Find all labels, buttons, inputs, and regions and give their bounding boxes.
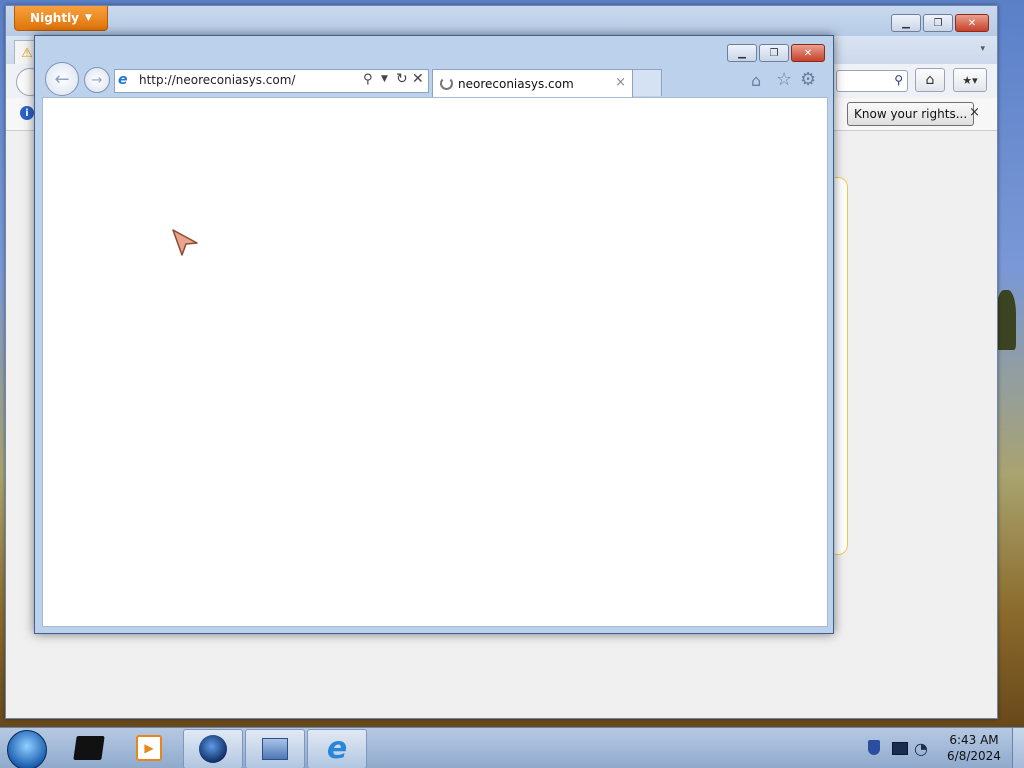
internet-explorer-window[interactable]: ▁ ❐ ✕ ← → e http://neoreconiasys.com/ ⚲ … bbox=[34, 35, 834, 634]
new-tab-button[interactable] bbox=[632, 69, 662, 96]
taskbar-app-terminal[interactable] bbox=[60, 729, 118, 767]
forward-button[interactable]: → bbox=[84, 67, 110, 93]
bookmark-star-icon: ★▾ bbox=[962, 73, 978, 87]
taskbar-app-firefox[interactable] bbox=[183, 729, 243, 768]
clock-time: 6:43 AM bbox=[949, 733, 999, 747]
back-button[interactable]: ← bbox=[45, 62, 79, 96]
nightly-menu-button[interactable]: Nightly ▼ bbox=[14, 6, 108, 31]
page-panel-edge bbox=[835, 177, 848, 555]
chevron-down-icon[interactable]: ▼ bbox=[381, 74, 388, 84]
ie-page-content[interactable] bbox=[42, 97, 828, 627]
taskbar: ▶ e ◔ 6:43 AM 6/8/2024 bbox=[0, 727, 1024, 768]
warning-icon: ⚠ bbox=[21, 45, 33, 61]
maximize-button[interactable]: ❐ bbox=[923, 14, 953, 32]
show-desktop-button[interactable] bbox=[1012, 728, 1024, 768]
desktop: Nightly ▼ ▁ ❐ ✕ ⚠ ▾ ⚲ ⌂ ★▾ i Know your r… bbox=[0, 0, 1024, 768]
action-center-shield-icon[interactable] bbox=[868, 740, 880, 755]
close-button[interactable]: ✕ bbox=[955, 14, 989, 32]
taskbar-app-explorer[interactable] bbox=[245, 729, 305, 768]
home-button[interactable]: ⌂ bbox=[915, 68, 945, 92]
minimize-button[interactable]: ▁ bbox=[727, 44, 757, 62]
know-your-rights-button[interactable]: Know your rights... bbox=[847, 102, 975, 126]
home-icon: ⌂ bbox=[925, 72, 935, 88]
search-icon[interactable]: ⚲ bbox=[894, 73, 903, 87]
tab-close-button[interactable]: × bbox=[615, 75, 626, 90]
arrow-right-icon: → bbox=[91, 72, 103, 88]
clock-date: 6/8/2024 bbox=[947, 749, 1001, 763]
loading-spinner-icon bbox=[440, 77, 453, 90]
maximize-button[interactable]: ❐ bbox=[759, 44, 789, 62]
media-player-icon: ▶ bbox=[136, 735, 162, 761]
all-tabs-chevron-icon[interactable]: ▾ bbox=[980, 44, 985, 54]
chevron-down-icon: ▼ bbox=[85, 13, 92, 23]
refresh-icon[interactable]: ↻ bbox=[396, 71, 408, 87]
stop-icon[interactable]: ✕ bbox=[412, 71, 424, 87]
bookmarks-button[interactable]: ★▾ bbox=[953, 68, 987, 92]
search-input[interactable]: ⚲ bbox=[836, 70, 908, 92]
start-button[interactable] bbox=[7, 730, 47, 768]
ie-caption-buttons: ▁ ❐ ✕ bbox=[727, 44, 825, 62]
nightly-menu-label: Nightly bbox=[30, 11, 80, 25]
display-monitor-icon[interactable] bbox=[892, 742, 908, 755]
ie-page-icon: e bbox=[118, 72, 128, 88]
internet-explorer-icon: e bbox=[326, 731, 348, 766]
taskbar-app-media-player[interactable]: ▶ bbox=[120, 729, 178, 767]
close-button[interactable]: ✕ bbox=[791, 44, 825, 62]
system-clock[interactable]: 6:43 AM 6/8/2024 bbox=[940, 732, 1008, 764]
arrow-left-icon: ← bbox=[54, 68, 70, 90]
browser-tab[interactable]: neoreconiasys.com × bbox=[432, 69, 633, 97]
address-bar[interactable]: e http://neoreconiasys.com/ ⚲ ▼ ↻ ✕ bbox=[114, 69, 429, 93]
tab-title: neoreconiasys.com bbox=[458, 77, 574, 91]
firefox-caption-buttons: ▁ ❐ ✕ bbox=[891, 14, 989, 32]
info-icon: i bbox=[20, 106, 34, 120]
firefox-icon bbox=[199, 735, 227, 763]
star-icon[interactable]: ☆ bbox=[776, 69, 792, 90]
gear-icon[interactable]: ⚙ bbox=[800, 69, 816, 90]
terminal-icon bbox=[73, 736, 105, 760]
mouse-cursor-icon bbox=[172, 229, 198, 256]
computer-icon bbox=[262, 738, 288, 760]
minimize-button[interactable]: ▁ bbox=[891, 14, 921, 32]
search-icon[interactable]: ⚲ bbox=[363, 72, 373, 87]
desktop-wallpaper-tree bbox=[996, 290, 1016, 350]
network-icon[interactable]: ◔ bbox=[914, 739, 928, 758]
address-url[interactable]: http://neoreconiasys.com/ bbox=[139, 73, 295, 87]
notification-close-button[interactable]: × bbox=[969, 105, 980, 120]
home-icon[interactable]: ⌂ bbox=[751, 71, 761, 90]
taskbar-app-internet-explorer[interactable]: e bbox=[307, 729, 367, 768]
firefox-titlebar[interactable]: Nightly ▼ ▁ ❐ ✕ bbox=[6, 6, 997, 36]
